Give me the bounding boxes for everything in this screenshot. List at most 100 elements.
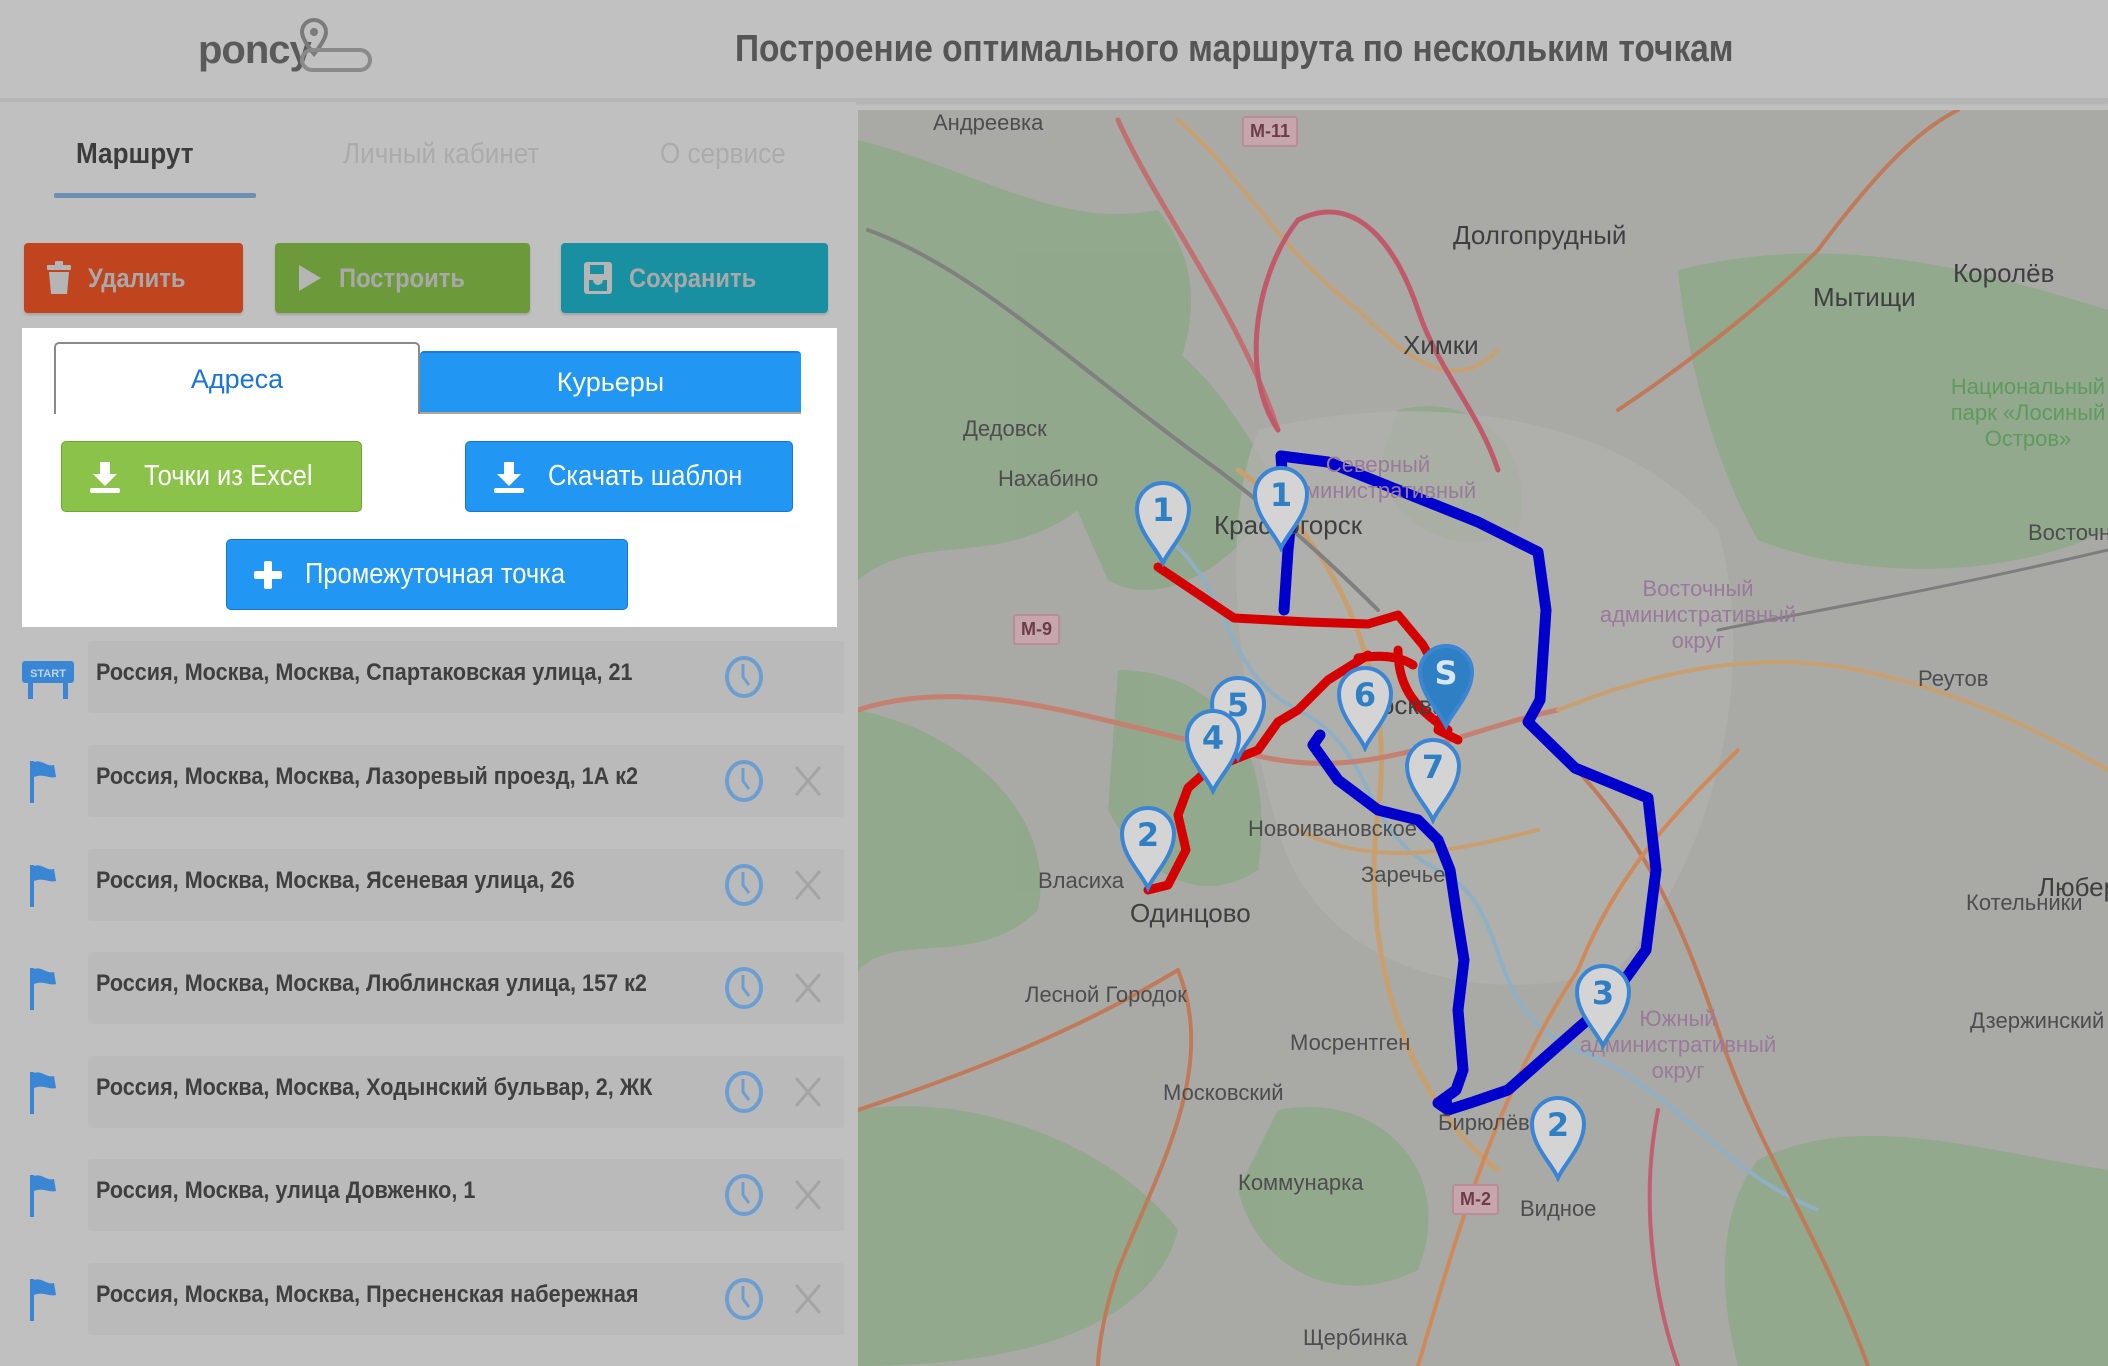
clock-icon[interactable]	[722, 759, 766, 803]
map-label: Химки	[1403, 330, 1479, 360]
tab-couriers[interactable]: Курьеры	[420, 351, 801, 414]
page-title: Построение оптимального маршрута по неск…	[735, 28, 1734, 70]
map-label: Заречье	[1361, 862, 1446, 887]
map-label: Мытищи	[1813, 282, 1916, 312]
flag-icon	[30, 1072, 56, 1114]
save-label: Сохранить	[629, 262, 757, 293]
import-excel-label: Точки из Excel	[144, 460, 313, 492]
address-row: Россия, Москва, Москва, Лазоревый проезд…	[0, 739, 856, 843]
red-route-marker[interactable]: 1	[1131, 477, 1195, 567]
add-waypoint-button[interactable]: Промежуточная точка	[226, 539, 628, 610]
district-label: Восточный административный округ	[1599, 576, 1797, 653]
download-template-label: Скачать шаблон	[548, 460, 743, 492]
clock-icon[interactable]	[722, 1070, 766, 1114]
download-template-button[interactable]: Скачать шаблон	[465, 441, 793, 512]
map-label: Коммунарка	[1238, 1170, 1364, 1195]
map-label: Андреевка	[933, 110, 1044, 135]
address-text: Россия, Москва, Москва, Люблинская улица…	[96, 970, 647, 997]
road-shield-m9: M-9	[1013, 614, 1060, 645]
address-row: Россия, Москва, улица Довженко, 1	[0, 1153, 856, 1257]
marker-label: 2	[1137, 816, 1159, 854]
save-button[interactable]: Сохранить	[561, 243, 828, 313]
build-route-button[interactable]: Построить	[275, 243, 530, 313]
build-label: Построить	[339, 262, 466, 293]
tab-addresses-label: Адреса	[190, 363, 284, 394]
map[interactable]: M-11 M-9 M-2 Андреевка Долгопрудный Мыти…	[858, 110, 2108, 1366]
map-label: Одинцово	[1130, 898, 1251, 928]
delete-button[interactable]: Удалить	[24, 243, 243, 313]
active-tab-indicator	[54, 193, 256, 198]
red-route-marker[interactable]: 6	[1333, 662, 1397, 752]
marker-label: 2	[1547, 1106, 1569, 1144]
logo[interactable]: poncy	[198, 17, 373, 80]
red-route-marker[interactable]: 7	[1401, 734, 1465, 824]
nav-tab-about[interactable]: О сервисе	[660, 138, 786, 171]
marker-label: 7	[1422, 748, 1444, 786]
close-icon[interactable]	[788, 761, 828, 801]
blue-route-marker[interactable]: 3	[1571, 960, 1635, 1050]
map-canvas	[858, 110, 2108, 1366]
top-header: poncy Построение оптимального маршрута п…	[0, 0, 2108, 102]
red-route-marker[interactable]: 2	[1116, 802, 1180, 892]
address-text: Россия, Москва, улица Довженко, 1	[96, 1177, 476, 1204]
play-icon	[299, 265, 321, 291]
red-route-marker[interactable]: 4	[1181, 705, 1245, 795]
map-label: Новоивановское	[1248, 816, 1417, 841]
map-label: Щербинка	[1303, 1325, 1408, 1350]
address-text: Россия, Москва, Москва, Лазоревый проезд…	[96, 763, 639, 790]
map-label: Власиха	[1038, 868, 1125, 893]
start-marker[interactable]: S	[1414, 640, 1478, 730]
plus-icon	[254, 560, 282, 589]
map-label: Мосрентген	[1290, 1030, 1411, 1055]
map-label: Восточный	[2028, 520, 2108, 545]
marker-label: 4	[1202, 719, 1224, 757]
blue-route-marker[interactable]: 2	[1526, 1092, 1590, 1182]
map-label: Нахабино	[998, 466, 1099, 491]
tab-addresses[interactable]: Адреса	[54, 342, 420, 414]
map-label: Долгопрудный	[1453, 220, 1627, 250]
close-icon[interactable]	[788, 968, 828, 1008]
map-label: Дедовск	[963, 416, 1047, 441]
flag-icon	[30, 761, 56, 803]
map-label: Лесной Городок	[1025, 982, 1187, 1007]
clock-icon[interactable]	[722, 655, 766, 699]
blue-route-marker[interactable]: 1	[1249, 462, 1313, 552]
tab-couriers-label: Курьеры	[556, 367, 665, 397]
clock-icon[interactable]	[722, 966, 766, 1010]
road-shield-m11: M-11	[1242, 116, 1299, 147]
map-label: Московский	[1163, 1080, 1284, 1105]
nav-tab-route[interactable]: Маршрут	[76, 138, 193, 171]
close-icon[interactable]	[788, 1072, 828, 1112]
map-label: Котельники	[1966, 890, 2083, 915]
delete-label: Удалить	[88, 262, 186, 293]
marker-label: S	[1434, 654, 1457, 692]
close-icon[interactable]	[788, 865, 828, 905]
road-shield-m2: M-2	[1452, 1184, 1499, 1215]
address-text: Россия, Москва, Москва, Ходынский бульва…	[96, 1074, 653, 1101]
address-text: Россия, Москва, Москва, Ясеневая улица, …	[96, 867, 575, 894]
address-row: Россия, Москва, Москва, Ходынский бульва…	[0, 1050, 856, 1154]
import-excel-button[interactable]: Точки из Excel	[61, 441, 362, 512]
close-icon[interactable]	[788, 1175, 828, 1215]
address-row: Россия, Москва, Москва, Пресненская набе…	[0, 1257, 856, 1361]
flag-icon	[30, 865, 56, 907]
clock-icon[interactable]	[722, 1173, 766, 1217]
close-icon[interactable]	[788, 1279, 828, 1319]
nav-tab-account[interactable]: Личный кабинет	[343, 138, 539, 171]
clock-icon[interactable]	[722, 863, 766, 907]
map-label: Дзержинский	[1970, 1008, 2105, 1033]
add-waypoint-label: Промежуточная точка	[305, 558, 566, 590]
map-label: Королёв	[1953, 258, 2055, 288]
start-sign-icon: START	[22, 661, 74, 699]
download-icon	[494, 461, 524, 493]
address-row: START Россия, Москва, Москва, Спартаковск…	[0, 635, 856, 739]
address-text: Россия, Москва, Москва, Пресненская набе…	[96, 1281, 639, 1308]
download-icon	[90, 461, 120, 493]
map-label: Реутов	[1918, 666, 1989, 691]
map-label: Видное	[1520, 1196, 1597, 1221]
clock-icon[interactable]	[722, 1277, 766, 1321]
svg-text:START: START	[30, 668, 66, 680]
park-label: Национальный парк «Лосиный Остров»	[1950, 374, 2106, 451]
flag-icon	[30, 1175, 56, 1217]
flag-icon	[30, 1279, 56, 1321]
